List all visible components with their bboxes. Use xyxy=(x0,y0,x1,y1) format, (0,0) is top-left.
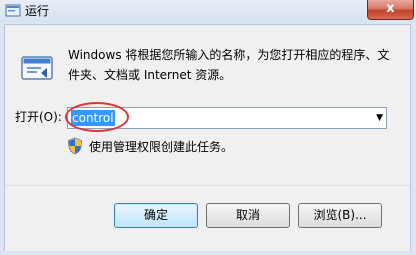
command-combobox[interactable]: control ▼ xyxy=(67,107,387,129)
uac-shield-icon xyxy=(68,137,82,155)
admin-note: 使用管理权限创建此任务。 xyxy=(89,140,234,154)
close-button[interactable]: x xyxy=(367,0,414,20)
run-program-icon xyxy=(21,56,53,80)
open-label: 打开(O): xyxy=(15,110,62,124)
dialog-body: Windows 将根据您所输入的名称，为您打开相应的程序、文件夹、文档或 Int… xyxy=(4,24,411,251)
cancel-button[interactable]: 取消 xyxy=(206,203,290,228)
browse-button[interactable]: 浏览(B)... xyxy=(298,203,382,228)
chevron-down-icon[interactable]: ▼ xyxy=(376,109,383,127)
run-icon xyxy=(5,4,21,17)
window-title: 运行 xyxy=(25,4,50,18)
close-icon: x xyxy=(386,1,395,16)
ok-button[interactable]: 确定 xyxy=(114,203,198,228)
title-bar: 运行 x xyxy=(0,0,416,22)
command-input[interactable]: control xyxy=(71,110,115,126)
dialog-description: Windows 将根据您所输入的名称，为您打开相应的程序、文件夹、文档或 Int… xyxy=(68,48,390,82)
